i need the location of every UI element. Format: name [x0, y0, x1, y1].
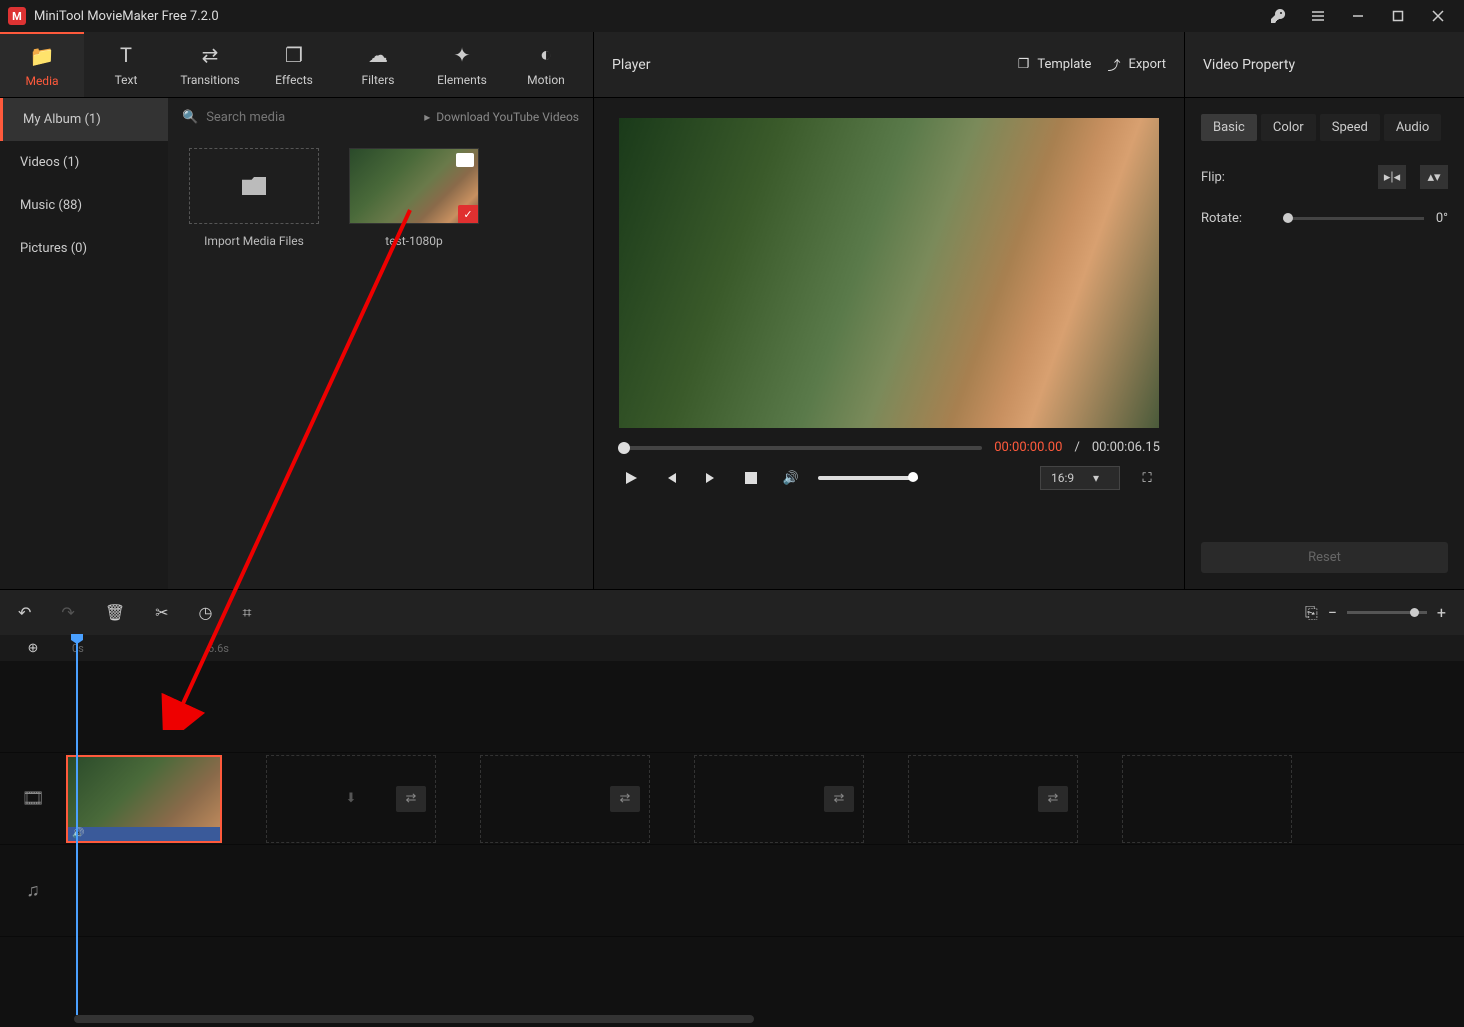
timeline: ↶ ↷ 🗑 ✂ ◷ ⌗ ⎘ − + ⊕ 0s 6.6s 🎞 🔊 ⇄ ⬇ — [0, 589, 1464, 1027]
motion-icon: ◐ — [540, 42, 552, 67]
volume-slider[interactable] — [818, 476, 918, 480]
nav-videos[interactable]: Videos (1) — [0, 141, 168, 184]
text-icon: T — [120, 43, 132, 67]
prev-frame-button[interactable] — [658, 465, 684, 491]
redo-button[interactable]: ↷ — [61, 603, 74, 622]
chevron-down-icon: ▾ — [1093, 471, 1099, 485]
rotate-slider[interactable] — [1283, 217, 1424, 220]
timeline-ruler[interactable]: ⊕ 0s 6.6s — [0, 635, 1464, 661]
empty-slot[interactable] — [1122, 755, 1292, 843]
elements-icon: ✦ — [454, 43, 471, 67]
search-media[interactable]: 🔍 — [182, 110, 416, 125]
youtube-icon: ▸ — [424, 110, 430, 124]
prop-tab-speed[interactable]: Speed — [1320, 114, 1380, 141]
add-track-button[interactable]: ⊕ — [0, 641, 66, 656]
maximize-button[interactable] — [1380, 2, 1416, 30]
time-current: 00:00:00.00 — [994, 440, 1062, 455]
prop-tab-audio[interactable]: Audio — [1384, 114, 1441, 141]
folder-icon: 📁 — [30, 44, 55, 68]
flip-horizontal-button[interactable]: ▸|◂ — [1378, 165, 1406, 189]
prop-tab-basic[interactable]: Basic — [1201, 114, 1257, 141]
reset-button[interactable]: Reset — [1201, 542, 1448, 573]
empty-slot[interactable] — [480, 755, 650, 843]
timeline-clip[interactable]: 🔊 — [66, 755, 222, 843]
app-logo-icon: M — [8, 7, 26, 25]
split-button[interactable]: ✂ — [155, 603, 168, 622]
zoom-out-button[interactable]: − — [1328, 603, 1337, 622]
audio-track[interactable]: ♫ — [0, 845, 1464, 937]
media-clip-item[interactable]: ✓ test-1080p — [344, 148, 484, 248]
top-tabs: 📁Media TText ⇄Transitions ❐Effects ☁Filt… — [0, 32, 593, 98]
nav-music[interactable]: Music (88) — [0, 184, 168, 227]
empty-slot[interactable]: ⬇ — [266, 755, 436, 843]
template-button[interactable]: ❐Template — [1018, 57, 1092, 72]
checkmark-badge-icon: ✓ — [458, 205, 478, 223]
stop-button[interactable] — [738, 465, 764, 491]
tab-effects[interactable]: ❐Effects — [252, 32, 336, 97]
rotate-label: Rotate: — [1201, 211, 1271, 226]
player-header-title: Player — [612, 57, 1002, 73]
import-media-item[interactable]: Import Media Files — [184, 148, 324, 248]
speaker-icon: 🔊 — [72, 828, 84, 839]
timeline-scrollbar[interactable] — [74, 1015, 754, 1023]
video-badge-icon — [456, 153, 474, 167]
export-icon: ⤴ — [1107, 55, 1120, 74]
play-button[interactable] — [618, 465, 644, 491]
tab-text[interactable]: TText — [84, 32, 168, 97]
tab-filters[interactable]: ☁Filters — [336, 32, 420, 97]
flip-label: Flip: — [1201, 170, 1271, 185]
zoom-in-button[interactable]: + — [1437, 603, 1446, 622]
search-input[interactable] — [206, 110, 372, 125]
export-button[interactable]: ⤴Export — [1107, 55, 1166, 74]
empty-slot[interactable] — [694, 755, 864, 843]
search-icon: 🔍 — [182, 110, 198, 125]
nav-my-album[interactable]: My Album (1) — [0, 98, 168, 141]
time-total: 00:00:06.15 — [1092, 440, 1160, 455]
template-icon: ❐ — [1018, 57, 1030, 72]
playhead[interactable] — [76, 634, 78, 1015]
crop-button[interactable]: ⌗ — [243, 603, 252, 623]
video-preview[interactable] — [619, 118, 1159, 428]
album-nav: My Album (1) Videos (1) Music (88) Pictu… — [0, 98, 168, 589]
minimize-button[interactable] — [1340, 2, 1376, 30]
tab-motion[interactable]: ◐Motion — [504, 32, 588, 97]
titlebar: M MiniTool MovieMaker Free 7.2.0 — [0, 0, 1464, 32]
license-key-icon[interactable] — [1260, 2, 1296, 30]
video-track-icon: 🎞 — [0, 788, 66, 809]
speed-button[interactable]: ◷ — [199, 603, 213, 622]
transitions-icon: ⇄ — [202, 43, 219, 67]
volume-icon[interactable]: 🔊 — [778, 465, 804, 491]
time-sep: / — [1074, 440, 1079, 455]
video-property-header: Video Property — [1185, 32, 1464, 98]
effects-icon: ❐ — [285, 43, 303, 67]
tab-elements[interactable]: ✦Elements — [420, 32, 504, 97]
video-track[interactable]: 🎞 🔊 ⇄ ⬇ ⇄ ⇄ ⇄ ⇄ — [0, 753, 1464, 845]
empty-slot[interactable] — [908, 755, 1078, 843]
delete-button[interactable]: 🗑 — [105, 603, 125, 622]
next-frame-button[interactable] — [698, 465, 724, 491]
overlay-track[interactable] — [0, 661, 1464, 753]
tab-media[interactable]: 📁Media — [0, 32, 84, 97]
rotate-value: 0° — [1436, 211, 1448, 226]
fit-zoom-button[interactable]: ⎘ — [1305, 603, 1318, 623]
menu-icon[interactable] — [1300, 2, 1336, 30]
zoom-slider[interactable] — [1347, 611, 1427, 614]
music-track-icon: ♫ — [0, 880, 66, 901]
seek-slider[interactable] — [618, 446, 982, 450]
prop-tab-color[interactable]: Color — [1261, 114, 1316, 141]
close-button[interactable] — [1420, 2, 1456, 30]
undo-button[interactable]: ↶ — [18, 603, 31, 622]
aspect-ratio-select[interactable]: 16:9▾ — [1040, 466, 1120, 490]
folder-icon — [242, 177, 266, 195]
tab-transitions[interactable]: ⇄Transitions — [168, 32, 252, 97]
download-slot-icon: ⬇ — [346, 791, 357, 806]
app-title: MiniTool MovieMaker Free 7.2.0 — [34, 9, 1260, 24]
fullscreen-button[interactable]: ⛶ — [1134, 465, 1160, 491]
download-youtube-button[interactable]: ▸ Download YouTube Videos — [424, 110, 579, 124]
flip-vertical-button[interactable]: ▴▾ — [1420, 165, 1448, 189]
filters-icon: ☁ — [368, 43, 388, 67]
nav-pictures[interactable]: Pictures (0) — [0, 227, 168, 270]
